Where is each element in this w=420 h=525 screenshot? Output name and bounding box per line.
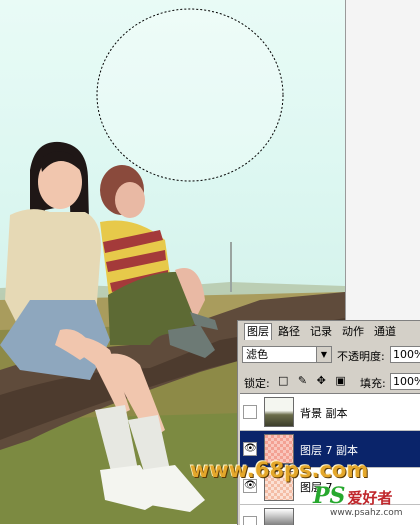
ps-logo: PS 爱好者 <box>313 483 392 509</box>
tab-history[interactable]: 记录 <box>308 324 334 340</box>
visibility-toggle[interactable] <box>243 405 257 419</box>
opacity-label: 不透明度: <box>337 350 385 363</box>
layer-name: 背景 副本 <box>300 407 348 420</box>
layer-thumbnail <box>264 397 294 427</box>
tab-paths[interactable]: 路径 <box>276 324 302 340</box>
elliptical-selection <box>96 8 284 182</box>
layer-thumbnail <box>264 508 294 525</box>
chevron-down-icon[interactable]: ▼ <box>316 347 331 362</box>
fill-label: 填充: <box>360 377 386 390</box>
blend-mode-select[interactable]: 滤色 ▼ <box>242 346 332 363</box>
site-watermark: www.68ps.com <box>190 458 369 482</box>
panel-tabs: 图层 路径 记录 动作 通道 <box>238 321 420 340</box>
lock-options-icons[interactable]: □ ✎ ✥ ▣ <box>278 374 349 387</box>
ps-logo-cn: 爱好者 <box>347 489 393 507</box>
fill-input[interactable]: 100% <box>390 373 420 390</box>
tab-channels[interactable]: 通道 <box>372 324 398 340</box>
logo-url: www.psahz.com <box>330 508 403 518</box>
layer-name: 图层 7 副本 <box>300 444 358 457</box>
lock-label: 锁定: <box>244 377 270 390</box>
ps-logo-text: PS <box>313 483 346 509</box>
tab-actions[interactable]: 动作 <box>340 324 366 340</box>
eye-icon[interactable]: 👁 <box>243 442 257 456</box>
tab-layers[interactable]: 图层 <box>244 323 272 340</box>
layer-row-background-copy[interactable]: 背景 副本 <box>240 394 420 431</box>
blend-mode-value: 滤色 <box>246 348 268 361</box>
opacity-input[interactable]: 100% <box>390 346 420 363</box>
